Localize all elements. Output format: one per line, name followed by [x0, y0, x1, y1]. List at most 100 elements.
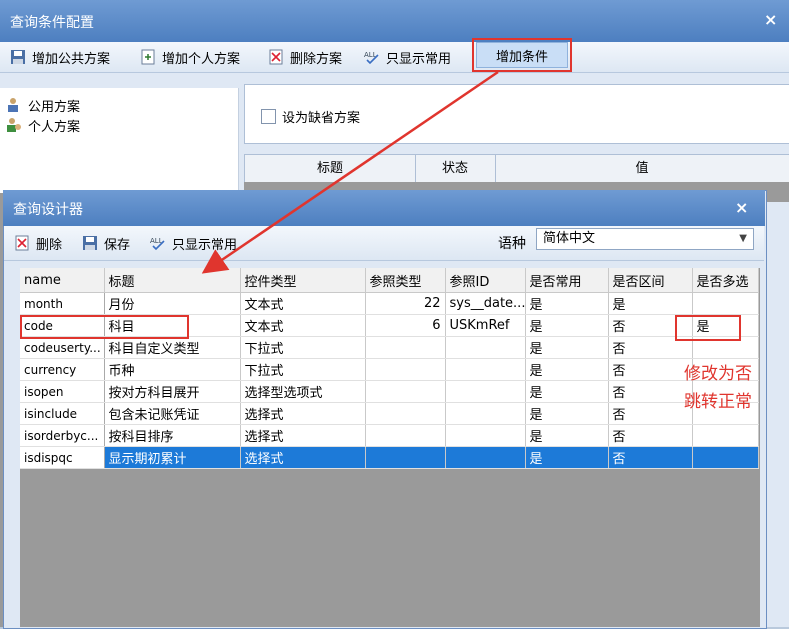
cell-control-type[interactable]: 下拉式 [240, 358, 366, 381]
cell-title[interactable]: 按对方科目展开 [104, 380, 241, 403]
default-plan-checkbox[interactable] [261, 109, 276, 124]
delete-page-icon [268, 49, 284, 65]
column-header-name[interactable]: name [20, 268, 105, 293]
cell-is-range[interactable]: 否 [608, 380, 693, 403]
cell-is-common[interactable]: 是 [525, 446, 609, 469]
cell-control-type[interactable]: 下拉式 [240, 336, 366, 359]
cell-title[interactable]: 按科目排序 [104, 424, 241, 447]
delete-plan-button[interactable]: 删除方案 [268, 46, 342, 68]
column-header-title[interactable]: 标题 [104, 268, 241, 293]
cell-ref-id[interactable] [445, 380, 526, 403]
outer-header-title[interactable]: 标题 [245, 155, 416, 183]
table-row[interactable]: isinclude 包含未记账凭证 选择式 是 否 [20, 402, 759, 425]
inner-show-common-only-button[interactable]: ALL 只显示常用 [150, 232, 237, 254]
outer-close-icon[interactable]: × [764, 10, 777, 29]
cell-is-range[interactable]: 否 [608, 402, 693, 425]
cell-is-range[interactable]: 否 [608, 424, 693, 447]
cell-name[interactable]: isinclude [20, 402, 105, 425]
cell-ref-id[interactable]: sys__date... [445, 292, 526, 315]
cell-title[interactable]: 包含未记账凭证 [104, 402, 241, 425]
column-header-ref-id[interactable]: 参照ID [445, 268, 526, 293]
cell-control-type[interactable]: 选择式 [240, 402, 366, 425]
cell-ref-type[interactable]: 22 [365, 292, 446, 315]
inner-window-title: 查询设计器 [13, 202, 83, 218]
cell-title[interactable]: 科目自定义类型 [104, 336, 241, 359]
save-button[interactable]: 保存 [82, 232, 130, 254]
cell-control-type[interactable]: 选择型选项式 [240, 380, 366, 403]
cell-ref-id[interactable]: USKmRef [445, 314, 526, 337]
column-header-is-range[interactable]: 是否区间 [608, 268, 693, 293]
column-header-is-common[interactable]: 是否常用 [525, 268, 609, 293]
cell-ref-type[interactable] [365, 446, 446, 469]
column-header-is-multi[interactable]: 是否多选 [692, 268, 759, 293]
language-select[interactable]: 简体中文 ▼ [536, 228, 754, 250]
language-select-value: 简体中文 [543, 231, 596, 246]
cell-is-range[interactable]: 否 [608, 358, 693, 381]
table-row[interactable]: codeuserty... 科目自定义类型 下拉式 是 否 [20, 336, 759, 359]
cell-ref-id[interactable] [445, 424, 526, 447]
cell-name[interactable]: codeuserty... [20, 336, 105, 359]
add-personal-plan-button[interactable]: 增加个人方案 [140, 46, 240, 68]
cell-ref-id[interactable] [445, 446, 526, 469]
cell-is-multi[interactable] [692, 292, 759, 315]
cell-is-common[interactable]: 是 [525, 292, 609, 315]
cell-name[interactable]: isdispqc [20, 446, 105, 469]
cell-control-type[interactable]: 选择式 [240, 424, 366, 447]
add-condition-button[interactable]: 增加条件 [472, 38, 572, 72]
cell-is-common[interactable]: 是 [525, 402, 609, 425]
outer-header-value[interactable]: 值 [495, 155, 789, 183]
cell-is-common[interactable]: 是 [525, 380, 609, 403]
cell-title[interactable]: 显示期初累计 [104, 446, 241, 469]
inner-title-bar: 查询设计器 × [3, 190, 765, 226]
chevron-down-icon[interactable]: ▼ [739, 229, 747, 249]
table-row[interactable]: month 月份 文本式 22 sys__date... 是 是 [20, 292, 759, 315]
tree-item-public-plans[interactable]: 公用方案 [6, 96, 81, 115]
cell-control-type[interactable]: 文本式 [240, 292, 366, 315]
cell-is-common[interactable]: 是 [525, 358, 609, 381]
cell-ref-type[interactable] [365, 402, 446, 425]
cell-name[interactable]: isopen [20, 380, 105, 403]
inner-close-icon[interactable]: × [735, 198, 748, 217]
cell-is-common[interactable]: 是 [525, 314, 609, 337]
save-disk-icon [82, 235, 98, 251]
cell-name[interactable]: month [20, 292, 105, 315]
cell-is-range[interactable]: 是 [608, 292, 693, 315]
cell-title[interactable]: 月份 [104, 292, 241, 315]
cell-control-type[interactable]: 选择式 [240, 446, 366, 469]
cell-ref-type[interactable] [365, 358, 446, 381]
cell-is-common[interactable]: 是 [525, 424, 609, 447]
column-header-control-type[interactable]: 控件类型 [240, 268, 366, 293]
cell-ref-type[interactable]: 6 [365, 314, 446, 337]
inner-show-common-only-label: 只显示常用 [172, 237, 238, 253]
table-row[interactable]: isopen 按对方科目展开 选择型选项式 是 否 [20, 380, 759, 403]
cell-title[interactable]: 币种 [104, 358, 241, 381]
table-row[interactable]: isorderbyc... 按科目排序 选择式 是 否 [20, 424, 759, 447]
default-plan-checkbox-row[interactable]: 设为缺省方案 [261, 107, 360, 126]
outer-toolbar: 增加公共方案 增加个人方案 删除方案 ALL 只显示常用 [0, 42, 789, 73]
cell-is-multi[interactable] [692, 424, 759, 447]
cell-control-type[interactable]: 文本式 [240, 314, 366, 337]
cell-ref-type[interactable] [365, 424, 446, 447]
add-condition-label: 增加条件 [495, 49, 548, 65]
cell-ref-type[interactable] [365, 380, 446, 403]
add-public-plan-button[interactable]: 增加公共方案 [10, 46, 110, 68]
condition-table: name 标题 控件类型 参照类型 参照ID 是否常用 是否区间 是否多选 mo… [20, 268, 759, 469]
cell-is-common[interactable]: 是 [525, 336, 609, 359]
table-row[interactable]: currency 币种 下拉式 是 否 [20, 358, 759, 381]
cell-name[interactable]: currency [20, 358, 105, 381]
column-header-ref-type[interactable]: 参照类型 [365, 268, 446, 293]
cell-name[interactable]: isorderbyc... [20, 424, 105, 447]
highlight-multi-select-box [675, 315, 741, 341]
cell-is-multi[interactable] [692, 446, 759, 469]
outer-header-status[interactable]: 状态 [415, 155, 496, 183]
tree-item-personal-plans[interactable]: 个人方案 [6, 116, 80, 135]
cell-ref-id[interactable] [445, 336, 526, 359]
table-row-selected[interactable]: isdispqc 显示期初累计 选择式 是 否 [20, 446, 759, 469]
cell-ref-id[interactable] [445, 358, 526, 381]
tree-item-label: 公用方案 [28, 99, 81, 115]
cell-ref-type[interactable] [365, 336, 446, 359]
delete-button[interactable]: 删除 [14, 232, 62, 254]
cell-ref-id[interactable] [445, 402, 526, 425]
cell-is-range[interactable]: 否 [608, 446, 693, 469]
show-common-only-button[interactable]: ALL 只显示常用 [364, 46, 451, 68]
